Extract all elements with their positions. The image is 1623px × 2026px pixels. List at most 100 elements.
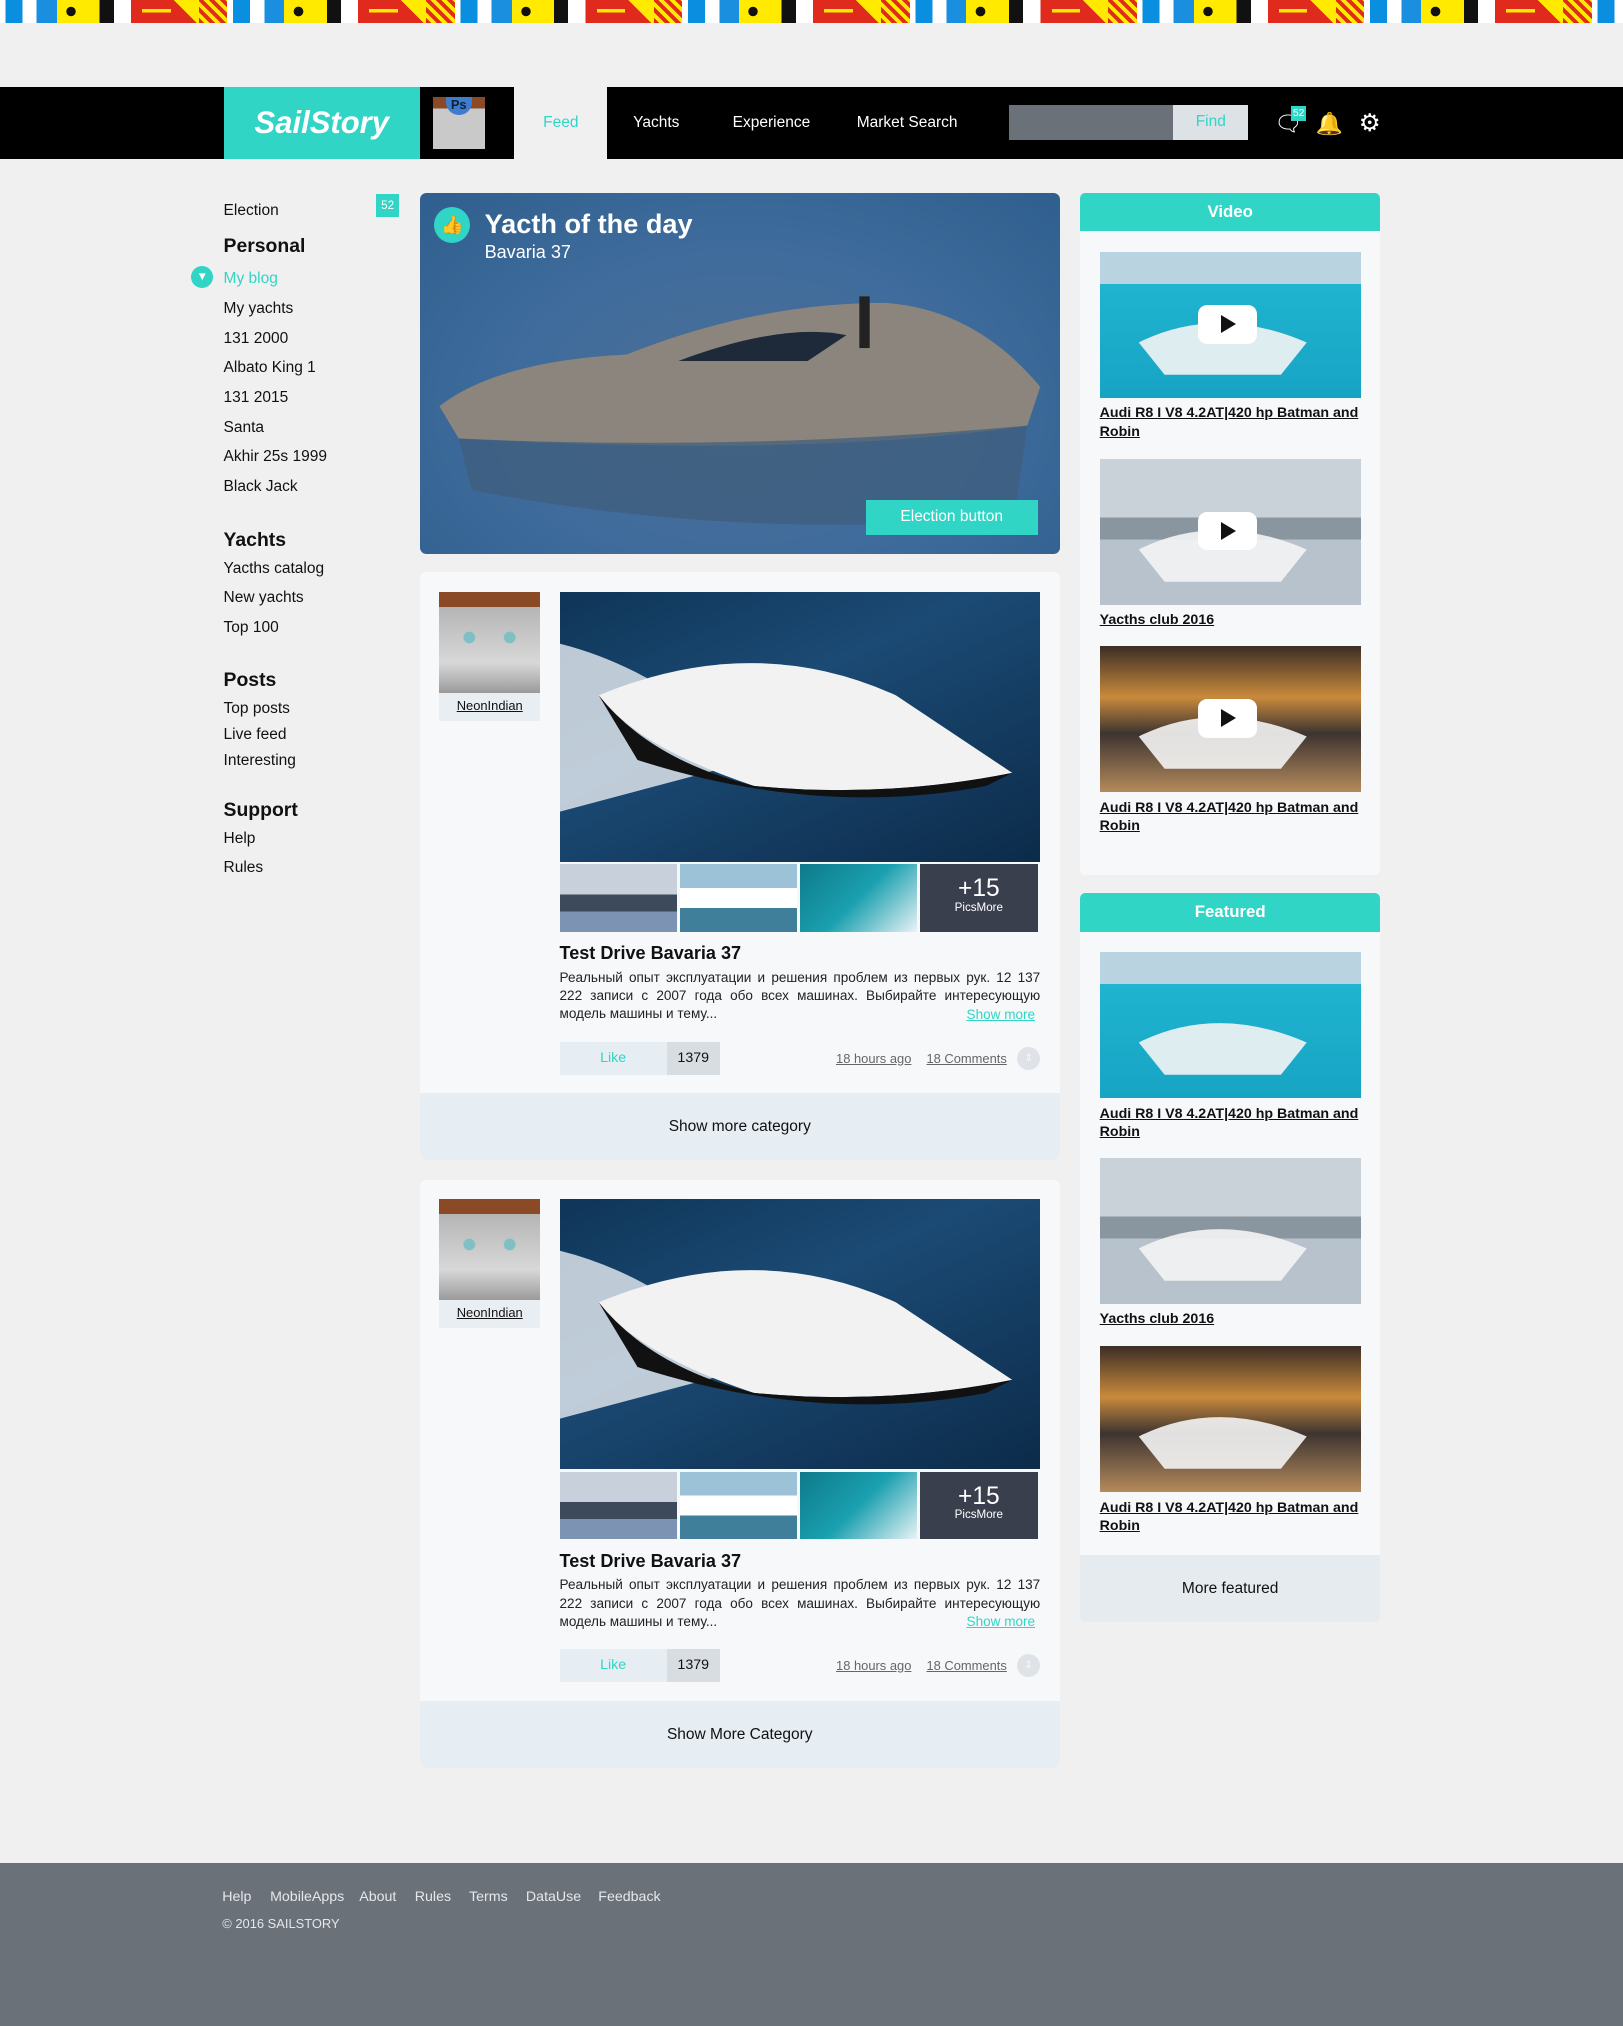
sidebar-item[interactable]: Live feed [224,726,287,744]
sidebar-item[interactable]: My yachts [224,300,294,318]
flag-icon [1080,0,1109,24]
search-input[interactable] [1009,104,1174,140]
post-time[interactable]: 18 hours ago [836,1051,911,1066]
nav-feed[interactable]: Feed [514,86,608,159]
video-thumbnail[interactable] [1099,251,1361,398]
footer-link[interactable]: About [359,1889,396,1905]
sidebar-item[interactable]: Albato King 1 [224,359,316,377]
sidebar-item[interactable]: 131 2015 [224,389,289,407]
sidebar-item[interactable]: Top 100 [224,619,279,637]
author-name[interactable]: NeonIndian [439,1305,540,1320]
show-more-link[interactable]: Show more [967,1007,1036,1022]
featured-caption[interactable]: Audi R8 I V8 4.2AT|420 hp Batman and Rob… [1100,1105,1361,1141]
footer-link[interactable]: MobileApps [270,1889,344,1905]
featured-thumbnail[interactable] [1099,952,1361,1099]
video-thumbnail[interactable] [1099,646,1361,793]
play-icon[interactable] [1197,511,1258,551]
find-button[interactable]: Find [1173,104,1249,140]
post-title[interactable]: Test Drive Bavaria 37 [560,943,742,964]
more-featured-button[interactable]: More featured [1080,1554,1381,1622]
vote-arrows-icon[interactable]: ⇕ [1016,1046,1041,1070]
post-thumbnail[interactable] [799,864,918,932]
comments-link[interactable]: 18 Comments [926,1051,1006,1066]
more-pics-button[interactable]: +15 PicsMore [920,864,1038,932]
play-icon[interactable] [1197,304,1258,344]
flag-icon [994,0,1024,24]
footer-link[interactable]: Help [222,1889,251,1905]
author-card[interactable]: NeonIndian [439,1199,541,1329]
play-icon[interactable] [1197,699,1258,738]
like-button[interactable]: Like [559,1648,667,1683]
author-card[interactable]: NeonIndian [439,591,541,722]
sidebar-item[interactable]: Akhir 25s 1999 [224,448,327,466]
comments-link[interactable]: 18 Comments [926,1658,1006,1673]
video-caption[interactable]: Audi R8 I V8 4.2AT|420 hp Batman and Rob… [1100,799,1361,835]
like-button[interactable]: Like [559,1041,667,1076]
post-main-image[interactable] [559,591,1041,862]
nav-market-search[interactable]: Market Search [857,87,958,159]
video-caption[interactable]: Audi R8 I V8 4.2AT|420 hp Batman and Rob… [1100,404,1361,440]
featured-title-link[interactable]: Audi R8 I V8 4.2AT|420 hp Batman and Rob… [1100,1106,1359,1140]
footer: Help MobileApps About Rules Terms DataUse Feed… [0,1863,1623,2026]
post-title[interactable]: Test Drive Bavaria 37 [560,1551,742,1572]
post-thumbnail[interactable] [559,1471,678,1539]
sidebar-item[interactable]: Help [224,830,256,848]
featured-thumbnail[interactable] [1099,1157,1361,1304]
vote-arrows-icon[interactable]: ⇕ [1016,1654,1041,1678]
show-more-category-button[interactable]: Show More Category [419,1700,1060,1768]
video-title-link[interactable]: Yacths club 2016 [1100,612,1214,628]
gear-icon[interactable]: ⚙ [1357,111,1383,137]
video-title-link[interactable]: Audi R8 I V8 4.2AT|420 hp Batman and Rob… [1100,405,1359,439]
video-thumbnail[interactable] [1099,458,1361,605]
bell-icon[interactable]: 🔔 [1315,111,1342,137]
sidebar-item[interactable]: Interesting [224,752,296,770]
sidebar-item[interactable]: New yachts [224,589,304,607]
nav-experience[interactable]: Experience [733,87,811,159]
post-thumbnail[interactable] [679,1471,798,1539]
election-button[interactable]: Election button [865,500,1038,535]
post-thumbnail[interactable] [799,1471,918,1539]
video-title-link[interactable]: Audi R8 I V8 4.2AT|420 hp Batman and Rob… [1100,800,1359,834]
post-thumbnail[interactable] [679,864,798,932]
more-pics-button[interactable]: +15 PicsMore [920,1471,1038,1539]
footer-link[interactable]: Terms [469,1889,508,1905]
post-time[interactable]: 18 hours ago [836,1658,911,1673]
election-badge: 52 [376,193,400,218]
post-thumbnail[interactable] [559,864,678,932]
footer-link[interactable]: DataUse [526,1889,581,1905]
footer-link[interactable]: Rules [415,1889,451,1905]
sidebar-item[interactable]: Yacths catalog [224,560,325,578]
user-avatar[interactable] [432,96,485,149]
flag-icon [1563,0,1592,24]
show-more-link[interactable]: Show more [967,1614,1036,1629]
show-more-category-button[interactable]: Show more category [419,1093,1060,1161]
flag-icon [1534,0,1564,24]
sidebar-item[interactable]: 131 2000 [224,330,289,348]
author-name[interactable]: NeonIndian [439,698,540,713]
post-main-image[interactable] [559,1199,1041,1470]
flag-icon [738,0,768,24]
video-panel: Video Audi R8 I V8 4.2AT|420 hp Batman a… [1080,192,1381,875]
featured-title-link[interactable]: Yacths club 2016 [1100,1311,1214,1327]
footer-link[interactable]: Feedback [598,1889,660,1905]
featured-thumbnail[interactable] [1099,1346,1361,1493]
sidebar-election[interactable]: Election [224,202,279,220]
featured-caption[interactable]: Yacths club 2016 [1100,1310,1361,1328]
sidebar-item[interactable]: Santa [224,419,265,437]
flag-icon [454,0,484,24]
flag-icon [341,0,370,24]
flag-icon [426,0,455,24]
sidebar-item[interactable]: Rules [224,859,264,877]
featured-caption[interactable]: Audi R8 I V8 4.2AT|420 hp Batman and Rob… [1100,1499,1361,1535]
featured-title-link[interactable]: Audi R8 I V8 4.2AT|420 hp Batman and Rob… [1100,1500,1359,1534]
flag-icon [596,0,626,24]
sidebar-item[interactable]: My blog [224,270,278,288]
sidebar-item[interactable]: Black Jack [224,478,298,496]
flag-icon [1051,0,1081,24]
video-caption[interactable]: Yacths club 2016 [1100,611,1361,629]
nav-yachts[interactable]: Yachts [633,87,679,159]
chevron-down-icon[interactable]: ▼ [191,266,214,289]
flag-icon [1591,0,1621,24]
logo[interactable]: SailStory [223,86,420,159]
sidebar-item[interactable]: Top posts [224,700,290,718]
